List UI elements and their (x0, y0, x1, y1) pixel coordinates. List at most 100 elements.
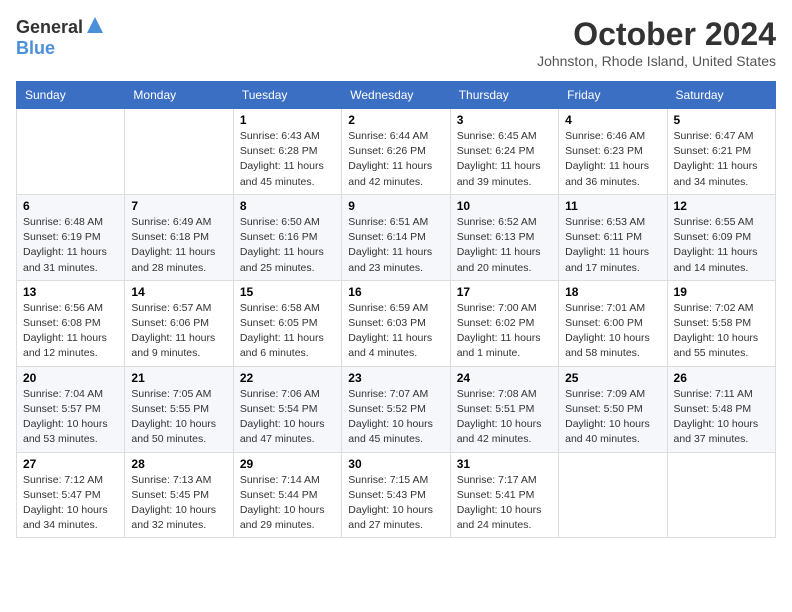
calendar-header-row: Sunday Monday Tuesday Wednesday Thursday… (17, 82, 776, 109)
col-wednesday: Wednesday (342, 82, 450, 109)
cell-content: Sunrise: 7:02 AMSunset: 5:58 PMDaylight:… (674, 301, 769, 362)
table-row: 7Sunrise: 6:49 AMSunset: 6:18 PMDaylight… (125, 194, 233, 280)
cell-content: Sunrise: 7:00 AMSunset: 6:02 PMDaylight:… (457, 301, 552, 362)
cell-content: Sunrise: 6:44 AMSunset: 6:26 PMDaylight:… (348, 129, 443, 190)
day-number: 20 (23, 371, 118, 385)
cell-content: Sunrise: 7:17 AMSunset: 5:41 PMDaylight:… (457, 473, 552, 534)
cell-content: Sunrise: 7:04 AMSunset: 5:57 PMDaylight:… (23, 387, 118, 448)
cell-content: Sunrise: 6:48 AMSunset: 6:19 PMDaylight:… (23, 215, 118, 276)
day-number: 1 (240, 113, 335, 127)
col-sunday: Sunday (17, 82, 125, 109)
day-number: 22 (240, 371, 335, 385)
table-row: 27Sunrise: 7:12 AMSunset: 5:47 PMDayligh… (17, 452, 125, 538)
day-number: 28 (131, 457, 226, 471)
cell-content: Sunrise: 7:01 AMSunset: 6:00 PMDaylight:… (565, 301, 660, 362)
day-number: 17 (457, 285, 552, 299)
cell-content: Sunrise: 7:09 AMSunset: 5:50 PMDaylight:… (565, 387, 660, 448)
table-row: 31 Sunrise: 7:17 AMSunset: 5:41 PMDayligh… (450, 452, 558, 538)
table-row: 14 Sunrise: 6:57 AMSunset: 6:06 PMDayligh… (125, 280, 233, 366)
day-number: 24 (457, 371, 552, 385)
day-number: 29 (240, 457, 335, 471)
day-number: 26 (674, 371, 769, 385)
day-number: 19 (674, 285, 769, 299)
logo: General Blue (16, 16, 104, 59)
month-title: October 2024 (537, 16, 776, 53)
day-number: 9 (348, 199, 443, 213)
day-number: 18 (565, 285, 660, 299)
cell-content: Sunrise: 6:43 AMSunset: 6:28 PMDaylight:… (240, 129, 335, 190)
table-row: 17 Sunrise: 7:00 AMSunset: 6:02 PMDayligh… (450, 280, 558, 366)
cell-content: Sunrise: 6:51 AMSunset: 6:14 PMDaylight:… (348, 215, 443, 276)
cell-content: Sunrise: 6:58 AMSunset: 6:05 PMDaylight:… (240, 301, 335, 362)
cell-content: Sunrise: 7:12 AMSunset: 5:47 PMDaylight:… (23, 473, 118, 534)
table-row: 1 Sunrise: 6:43 AMSunset: 6:28 PMDaylight… (233, 109, 341, 195)
table-row: 22 Sunrise: 7:06 AMSunset: 5:54 PMDayligh… (233, 366, 341, 452)
page-header: General Blue October 2024 Johnston, Rhod… (16, 16, 776, 69)
table-row: 28 Sunrise: 7:13 AMSunset: 5:45 PMDayligh… (125, 452, 233, 538)
table-row (125, 109, 233, 195)
cell-content: Sunrise: 6:45 AMSunset: 6:24 PMDaylight:… (457, 129, 552, 190)
table-row: 4 Sunrise: 6:46 AMSunset: 6:23 PMDaylight… (559, 109, 667, 195)
day-number: 16 (348, 285, 443, 299)
day-number: 11 (565, 199, 660, 213)
table-row: 6 Sunrise: 6:48 AMSunset: 6:19 PMDaylight… (17, 194, 125, 280)
table-row: 3 Sunrise: 6:45 AMSunset: 6:24 PMDaylight… (450, 109, 558, 195)
cell-content: Sunrise: 7:08 AMSunset: 5:51 PMDaylight:… (457, 387, 552, 448)
col-friday: Friday (559, 82, 667, 109)
day-number: 8 (240, 199, 335, 213)
cell-content: Sunrise: 6:46 AMSunset: 6:23 PMDaylight:… (565, 129, 660, 190)
calendar-week-row: 13Sunrise: 6:56 AMSunset: 6:08 PMDayligh… (17, 280, 776, 366)
day-number: 6 (23, 199, 118, 213)
day-number: 25 (565, 371, 660, 385)
cell-content: Sunrise: 7:14 AMSunset: 5:44 PMDaylight:… (240, 473, 335, 534)
cell-content: Sunrise: 7:07 AMSunset: 5:52 PMDaylight:… (348, 387, 443, 448)
cell-content: Sunrise: 7:13 AMSunset: 5:45 PMDaylight:… (131, 473, 226, 534)
day-number: 2 (348, 113, 443, 127)
col-monday: Monday (125, 82, 233, 109)
table-row: 9 Sunrise: 6:51 AMSunset: 6:14 PMDaylight… (342, 194, 450, 280)
col-saturday: Saturday (667, 82, 775, 109)
table-row: 11 Sunrise: 6:53 AMSunset: 6:11 PMDayligh… (559, 194, 667, 280)
cell-content: Sunrise: 6:52 AMSunset: 6:13 PMDaylight:… (457, 215, 552, 276)
table-row (559, 452, 667, 538)
table-row: 13Sunrise: 6:56 AMSunset: 6:08 PMDayligh… (17, 280, 125, 366)
day-number: 4 (565, 113, 660, 127)
day-number: 14 (131, 285, 226, 299)
cell-content: Sunrise: 6:47 AMSunset: 6:21 PMDaylight:… (674, 129, 769, 190)
day-number: 3 (457, 113, 552, 127)
table-row: 25 Sunrise: 7:09 AMSunset: 5:50 PMDayligh… (559, 366, 667, 452)
table-row: 16 Sunrise: 6:59 AMSunset: 6:03 PMDayligh… (342, 280, 450, 366)
table-row: 21Sunrise: 7:05 AMSunset: 5:55 PMDayligh… (125, 366, 233, 452)
table-row: 23 Sunrise: 7:07 AMSunset: 5:52 PMDayligh… (342, 366, 450, 452)
table-row: 26 Sunrise: 7:11 AMSunset: 5:48 PMDayligh… (667, 366, 775, 452)
day-number: 12 (674, 199, 769, 213)
col-tuesday: Tuesday (233, 82, 341, 109)
cell-content: Sunrise: 6:50 AMSunset: 6:16 PMDaylight:… (240, 215, 335, 276)
calendar-week-row: 27Sunrise: 7:12 AMSunset: 5:47 PMDayligh… (17, 452, 776, 538)
day-number: 23 (348, 371, 443, 385)
table-row (667, 452, 775, 538)
cell-content: Sunrise: 6:59 AMSunset: 6:03 PMDaylight:… (348, 301, 443, 362)
day-number: 15 (240, 285, 335, 299)
cell-content: Sunrise: 7:15 AMSunset: 5:43 PMDaylight:… (348, 473, 443, 534)
table-row: 30Sunrise: 7:15 AMSunset: 5:43 PMDayligh… (342, 452, 450, 538)
table-row: 15 Sunrise: 6:58 AMSunset: 6:05 PMDayligh… (233, 280, 341, 366)
table-row: 24 Sunrise: 7:08 AMSunset: 5:51 PMDayligh… (450, 366, 558, 452)
logo-general-text: General (16, 18, 83, 38)
calendar-week-row: 6 Sunrise: 6:48 AMSunset: 6:19 PMDaylight… (17, 194, 776, 280)
calendar-table: Sunday Monday Tuesday Wednesday Thursday… (16, 81, 776, 538)
calendar-week-row: 1 Sunrise: 6:43 AMSunset: 6:28 PMDaylight… (17, 109, 776, 195)
day-number: 5 (674, 113, 769, 127)
cell-content: Sunrise: 6:57 AMSunset: 6:06 PMDaylight:… (131, 301, 226, 362)
day-number: 10 (457, 199, 552, 213)
table-row: 29 Sunrise: 7:14 AMSunset: 5:44 PMDayligh… (233, 452, 341, 538)
logo-blue-text: Blue (16, 38, 55, 58)
day-number: 31 (457, 457, 552, 471)
cell-content: Sunrise: 7:06 AMSunset: 5:54 PMDaylight:… (240, 387, 335, 448)
cell-content: Sunrise: 6:53 AMSunset: 6:11 PMDaylight:… (565, 215, 660, 276)
cell-content: Sunrise: 7:11 AMSunset: 5:48 PMDaylight:… (674, 387, 769, 448)
logo-triangle-icon (86, 16, 104, 39)
title-section: October 2024 Johnston, Rhode Island, Uni… (537, 16, 776, 69)
table-row (17, 109, 125, 195)
table-row: 5 Sunrise: 6:47 AMSunset: 6:21 PMDaylight… (667, 109, 775, 195)
